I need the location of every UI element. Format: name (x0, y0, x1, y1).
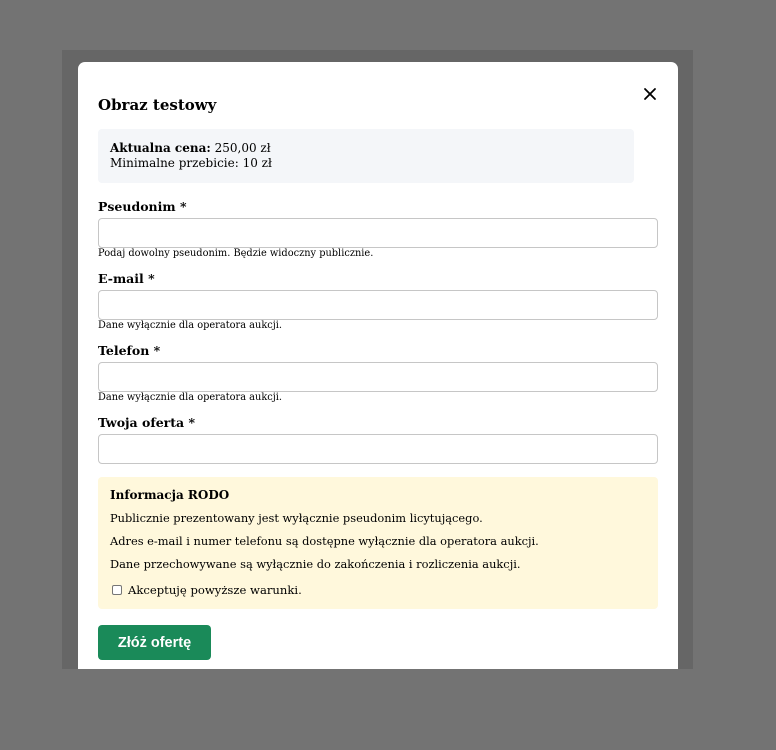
rodo-line: Publicznie prezentowany jest wyłącznie p… (110, 511, 483, 525)
price-info-box: Aktualna cena: 250,00 zł Minimalne przeb… (98, 129, 634, 183)
close-icon (644, 88, 656, 100)
rodo-info-box: Informacja RODO Publicznie prezentowany … (98, 477, 658, 609)
accept-terms-row[interactable]: Akceptuję powyższe warunki. (112, 583, 302, 597)
bid-modal: Obraz testowy Aktualna cena: 250,00 zł M… (78, 62, 678, 669)
phone-input[interactable] (98, 362, 658, 392)
accept-terms-checkbox[interactable] (112, 585, 122, 595)
min-increment-text: Minimalne przebicie: 10 zł (110, 156, 272, 170)
current-price-label: Aktualna cena: (110, 141, 211, 155)
email-input[interactable] (98, 290, 658, 320)
accept-terms-label[interactable]: Akceptuję powyższe warunki. (128, 583, 302, 597)
nickname-label: Pseudonim * (98, 199, 187, 214)
rodo-title: Informacja RODO (110, 488, 230, 502)
email-hint: Dane wyłącznie dla operatora aukcji. (98, 320, 283, 331)
nickname-input[interactable] (98, 218, 658, 248)
offer-label: Twoja oferta * (98, 415, 196, 430)
rodo-line: Adres e-mail i numer telefonu są dostępn… (110, 534, 539, 548)
nickname-hint: Podaj dowolny pseudonim. Będzie widoczny… (98, 248, 374, 259)
phone-hint: Dane wyłącznie dla operatora aukcji. (98, 392, 283, 403)
phone-label: Telefon * (98, 343, 161, 358)
submit-offer-button[interactable]: Złóż ofertę (98, 625, 211, 660)
current-price-value: 250,00 zł (214, 141, 271, 155)
close-button[interactable] (640, 84, 660, 104)
email-label: E-mail * (98, 271, 155, 286)
current-price-line: Aktualna cena: 250,00 zł (110, 141, 622, 156)
rodo-line: Dane przechowywane są wyłącznie do zakoń… (110, 557, 521, 571)
modal-title: Obraz testowy (98, 96, 217, 114)
offer-input[interactable] (98, 434, 658, 464)
